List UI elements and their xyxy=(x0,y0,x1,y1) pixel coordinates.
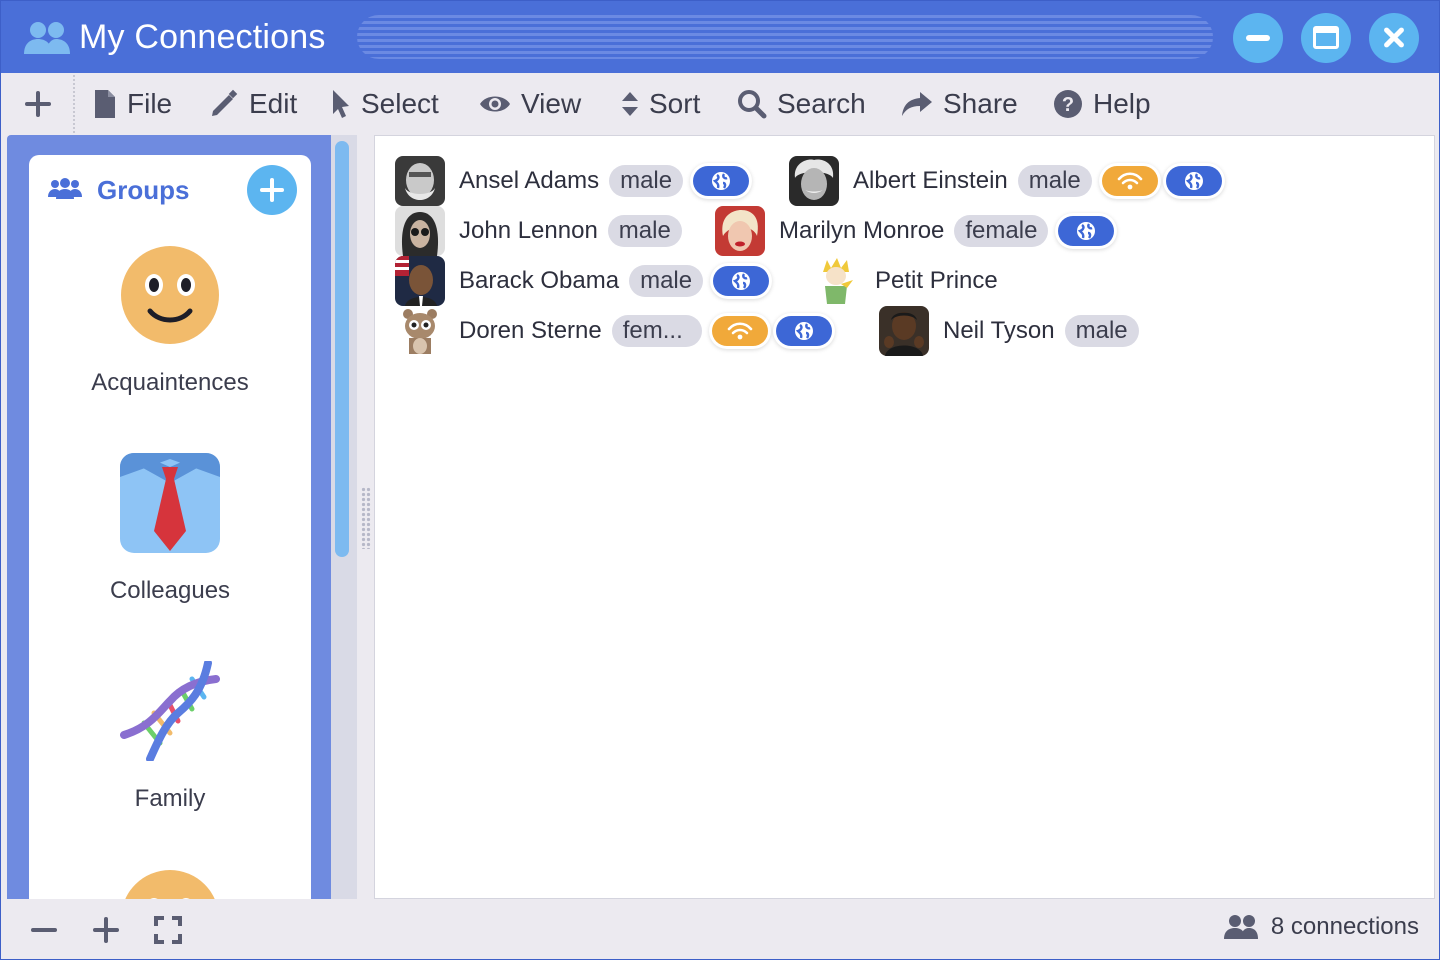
zoom-out-button[interactable] xyxy=(29,915,59,945)
wifi-icon xyxy=(727,322,753,340)
globe-badge[interactable] xyxy=(1165,166,1222,196)
avatar xyxy=(715,206,765,256)
avatar xyxy=(395,156,445,206)
menu-select[interactable]: Select xyxy=(331,85,439,123)
people-icon xyxy=(1223,915,1258,939)
globe-badge[interactable] xyxy=(693,166,750,196)
connection-name: Neil Tyson xyxy=(943,317,1055,344)
file-icon xyxy=(95,90,115,118)
search-icon xyxy=(738,90,767,119)
connection-item[interactable]: Petit Prince xyxy=(811,256,1008,306)
title-bar[interactable]: My Connections xyxy=(1,1,1439,73)
wifi-badge[interactable] xyxy=(1101,166,1158,196)
connection-name: Albert Einstein xyxy=(853,167,1008,194)
gender-tag: male xyxy=(607,215,682,247)
avatar xyxy=(395,256,445,306)
minimize-icon xyxy=(1246,35,1270,41)
close-button[interactable] xyxy=(1369,13,1419,63)
app-window: My Connections File Edit Select View Sor… xyxy=(0,0,1440,960)
menu-share[interactable]: Share xyxy=(901,85,1018,123)
globe-badge[interactable] xyxy=(713,266,770,296)
connection-name: John Lennon xyxy=(459,217,598,244)
add-icon[interactable] xyxy=(21,89,55,119)
connection-item[interactable]: Neil Tyson male xyxy=(879,306,1149,356)
menu-help[interactable]: ? Help xyxy=(1053,85,1151,123)
pointer-icon xyxy=(333,90,349,118)
connections-view: Ansel Adams male Albert Einstein male Jo… xyxy=(375,135,1435,899)
maximize-button[interactable] xyxy=(1301,13,1351,63)
globe-icon xyxy=(794,322,813,340)
avatar xyxy=(395,206,445,256)
menu-sort[interactable]: Sort xyxy=(621,85,700,123)
gender-tag: male xyxy=(1064,315,1139,347)
sidebar-scroll-thumb[interactable] xyxy=(335,141,349,557)
globe-icon xyxy=(732,272,751,290)
add-group-button[interactable] xyxy=(247,165,297,215)
help-icon: ? xyxy=(1054,90,1082,118)
status-bar: 8 connections xyxy=(1,899,1439,959)
svg-text:?: ? xyxy=(1062,94,1074,116)
menu-edit[interactable]: Edit xyxy=(209,85,297,123)
connection-name: Marilyn Monroe xyxy=(779,217,945,244)
sort-icon xyxy=(622,92,638,116)
connection-name: Doren Sterne xyxy=(459,317,602,344)
connection-item[interactable]: Doren Sterne fem... xyxy=(395,306,840,356)
connection-item[interactable]: Albert Einstein male xyxy=(789,156,1230,206)
wifi-badge[interactable] xyxy=(711,316,768,346)
menu-separator xyxy=(73,75,75,133)
gender-tag: female xyxy=(954,215,1049,247)
connection-name: Petit Prince xyxy=(875,267,998,294)
groups-icon xyxy=(48,178,82,199)
eye-icon xyxy=(480,96,510,112)
avatar xyxy=(789,156,839,206)
gender-tag: male xyxy=(1017,165,1092,197)
dna-icon xyxy=(120,661,220,761)
gender-tag: male xyxy=(629,265,704,297)
shirt-tie-icon xyxy=(120,453,220,553)
groups-panel: Groups Acquaintences Colleagues Family xyxy=(29,155,311,915)
connection-item[interactable]: Marilyn Monroe female xyxy=(715,206,1122,256)
connection-item[interactable]: John Lennon male xyxy=(395,206,692,256)
avatar xyxy=(811,256,861,306)
fullscreen-icon[interactable] xyxy=(153,915,183,945)
globe-icon xyxy=(712,172,731,190)
menu-view[interactable]: View xyxy=(479,85,581,123)
avatar xyxy=(395,306,445,356)
maximize-icon xyxy=(1313,26,1339,49)
globe-badge[interactable] xyxy=(775,316,832,346)
group-label: Acquaintences xyxy=(91,369,249,396)
globe-icon xyxy=(1077,222,1096,240)
menu-file[interactable]: File xyxy=(93,85,172,123)
group-label: Family xyxy=(134,785,206,812)
group-label: Colleagues xyxy=(109,577,231,604)
window-title: My Connections xyxy=(79,18,326,56)
menu-bar: File Edit Select View Sort Search Share … xyxy=(1,73,1439,135)
menu-search[interactable]: Search xyxy=(737,85,866,123)
avatar xyxy=(879,306,929,356)
zoom-in-button[interactable] xyxy=(91,915,121,945)
connection-item[interactable]: Ansel Adams male xyxy=(395,156,757,206)
pencil-icon xyxy=(212,89,238,116)
splitter-grip[interactable] xyxy=(361,487,371,549)
connection-count: 8 connections xyxy=(1223,913,1419,941)
globe-icon xyxy=(1184,172,1203,190)
wifi-icon xyxy=(1117,172,1143,190)
title-drag-grip[interactable] xyxy=(357,15,1213,59)
gender-tag: male xyxy=(609,165,684,197)
globe-badge[interactable] xyxy=(1058,216,1115,246)
groups-title: Groups xyxy=(97,175,190,205)
gender-tag: fem... xyxy=(611,315,702,347)
connection-item[interactable]: Barack Obama male xyxy=(395,256,777,306)
connection-name: Barack Obama xyxy=(459,267,620,294)
minimize-button[interactable] xyxy=(1233,13,1283,63)
connection-name: Ansel Adams xyxy=(459,167,600,194)
people-icon xyxy=(24,22,70,54)
share-icon xyxy=(902,92,932,116)
smiley-icon xyxy=(121,246,219,344)
